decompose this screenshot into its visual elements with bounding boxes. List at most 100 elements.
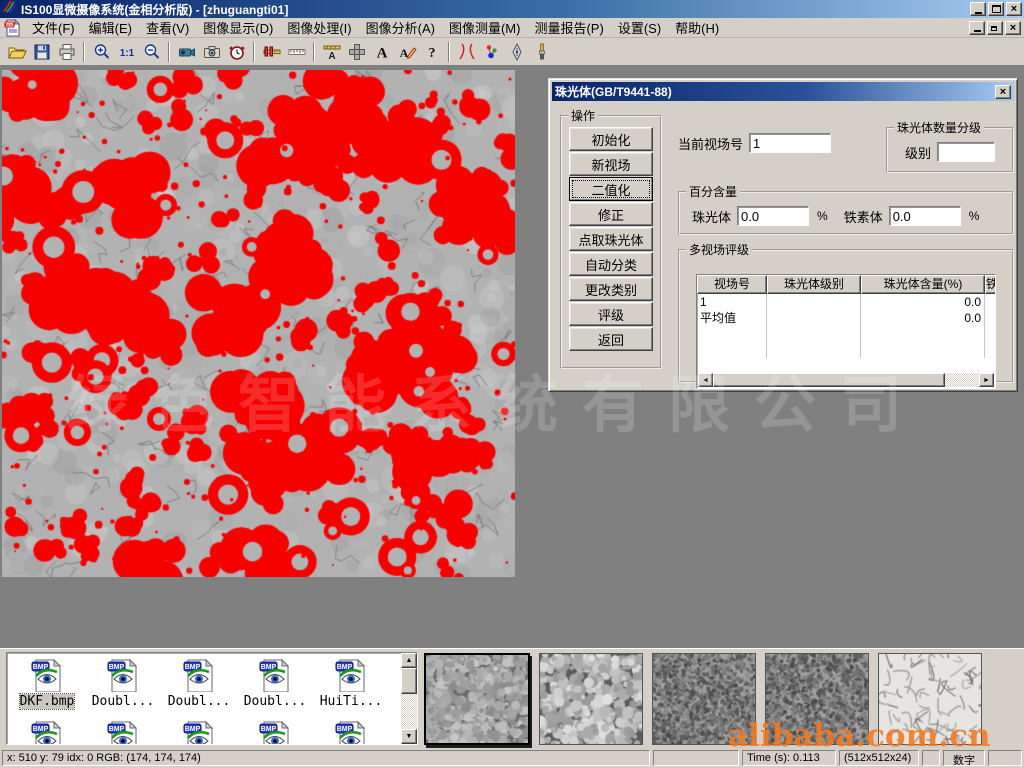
- menu-item-image-display[interactable]: 图像显示(D): [196, 16, 280, 39]
- file-item[interactable]: DKF.bmp: [9, 655, 85, 709]
- file-name[interactable]: Doubl...: [168, 694, 231, 709]
- annotate-button[interactable]: A: [394, 41, 419, 64]
- particle-analysis-button[interactable]: [479, 41, 504, 64]
- help-button[interactable]: ?: [419, 41, 444, 64]
- thumbnail-5[interactable]: [878, 653, 982, 745]
- table-row[interactable]: 1 0.0: [697, 294, 995, 310]
- scroll-down-icon[interactable]: ▼: [401, 729, 417, 744]
- measure-font-button[interactable]: A: [319, 41, 344, 64]
- return-button[interactable]: 返回: [569, 327, 653, 351]
- thumbnail-1[interactable]: [424, 653, 530, 745]
- level-input[interactable]: [937, 142, 995, 162]
- col-header-ferrite-content[interactable]: 铁素体含量(%): [985, 275, 996, 294]
- mdi-minimize-button[interactable]: [969, 21, 985, 35]
- dialog-close-button[interactable]: ×: [995, 85, 1011, 99]
- file-name[interactable]: Doubl...: [244, 694, 307, 709]
- change-class-button[interactable]: 更改类别: [569, 277, 653, 301]
- zoom-out-button[interactable]: [139, 41, 164, 64]
- level-label: 级别: [905, 143, 931, 162]
- video-capture-button[interactable]: [174, 41, 199, 64]
- new-field-button[interactable]: 新视场: [569, 152, 653, 176]
- grid-tool-button[interactable]: [344, 41, 369, 64]
- bmp-file-icon: [106, 658, 140, 692]
- pearlite-percent-input[interactable]: [737, 206, 809, 226]
- menu-item-image-processing[interactable]: 图像处理(I): [280, 16, 358, 39]
- bmp-file-icon: [182, 720, 216, 744]
- menu-item-settings[interactable]: 设置(S): [611, 16, 668, 39]
- dialog-titlebar[interactable]: 珠光体(GB/T9441-88) ×: [552, 82, 1014, 101]
- thumbnail-3[interactable]: [652, 653, 756, 745]
- menu-item-image-analysis[interactable]: 图像分析(A): [359, 16, 442, 39]
- scroll-right-icon[interactable]: ►: [979, 373, 994, 387]
- brush-tool-button[interactable]: [529, 41, 554, 64]
- toolbar-separator: [168, 42, 170, 62]
- percent-sign: %: [969, 209, 980, 223]
- correct-button[interactable]: 修正: [569, 202, 653, 226]
- maximize-icon: [992, 5, 1001, 13]
- scrollbar-thumb[interactable]: [401, 668, 417, 694]
- save-button[interactable]: [29, 41, 54, 64]
- timer-button[interactable]: [224, 41, 249, 64]
- ferrite-label: 铁素体: [844, 207, 883, 226]
- bmp-file-icon: [106, 720, 140, 744]
- file-item[interactable]: Doubl...: [161, 655, 237, 709]
- file-item[interactable]: HuiTi...: [313, 655, 389, 709]
- file-item[interactable]: Doubl...: [85, 655, 161, 709]
- file-item[interactable]: Doubl...: [237, 655, 313, 709]
- minimize-button[interactable]: [970, 2, 986, 16]
- col-header-field[interactable]: 视场号: [697, 275, 767, 294]
- open-button[interactable]: [4, 41, 29, 64]
- binarize-button[interactable]: 二值化: [569, 177, 653, 201]
- snapshot-button[interactable]: [199, 41, 224, 64]
- scrollbar-track[interactable]: [713, 373, 979, 387]
- file-list-scrollbar[interactable]: ▲ ▼: [401, 653, 417, 744]
- maximize-button[interactable]: [988, 2, 1004, 16]
- table-horizontal-scrollbar[interactable]: ◄ ►: [698, 373, 994, 387]
- auto-classify-button[interactable]: 自动分类: [569, 252, 653, 276]
- pen-tool-button[interactable]: [504, 41, 529, 64]
- scroll-up-icon[interactable]: ▲: [401, 653, 417, 668]
- menu-item-file[interactable]: 文件(F): [25, 16, 82, 39]
- thumbnail-2[interactable]: [539, 653, 643, 745]
- ferrite-percent-input[interactable]: [889, 206, 961, 226]
- file-item-partial[interactable]: [85, 717, 161, 744]
- thumbnail-4[interactable]: [765, 653, 869, 745]
- file-item-partial[interactable]: [9, 717, 85, 744]
- print-button[interactable]: [54, 41, 79, 64]
- scrollbar-thumb[interactable]: [713, 373, 945, 387]
- file-name[interactable]: DKF.bmp: [20, 694, 75, 709]
- actual-size-button[interactable]: 1:1: [114, 41, 139, 64]
- menu-item-help[interactable]: 帮助(H): [668, 16, 726, 39]
- zoom-in-button[interactable]: [89, 41, 114, 64]
- scroll-left-icon[interactable]: ◄: [698, 373, 713, 387]
- menu-item-measure-report[interactable]: 测量报告(P): [527, 16, 610, 39]
- file-item-partial[interactable]: [313, 717, 389, 744]
- mdi-restore-button[interactable]: [987, 21, 1003, 35]
- bmp-file-icon: [30, 720, 64, 744]
- pick-pearlite-button[interactable]: 点取珠光体: [569, 227, 653, 251]
- col-header-pearlite-level[interactable]: 珠光体级别: [767, 275, 861, 294]
- curve-tool-button[interactable]: [454, 41, 479, 64]
- multi-field-group-label: 多视场评级: [686, 241, 752, 258]
- menu-item-image-measure[interactable]: 图像测量(M): [442, 16, 528, 39]
- file-item-partial[interactable]: [237, 717, 313, 744]
- status-empty-panel: [988, 750, 1022, 766]
- current-field-input[interactable]: [749, 133, 831, 153]
- rate-button[interactable]: 评级: [569, 302, 653, 326]
- menu-item-view[interactable]: 查看(V): [139, 16, 196, 39]
- menu-item-edit[interactable]: 编辑(E): [82, 16, 139, 39]
- operations-group-label: 操作: [568, 107, 598, 124]
- caliper-button[interactable]: [259, 41, 284, 64]
- metallograph-image[interactable]: [2, 70, 515, 577]
- col-header-pearlite-content[interactable]: 珠光体含量(%): [861, 275, 985, 294]
- ruler-button[interactable]: [284, 41, 309, 64]
- close-button[interactable]: ×: [1006, 2, 1022, 16]
- initialize-button[interactable]: 初始化: [569, 127, 653, 151]
- cell-level: [767, 310, 861, 326]
- file-name[interactable]: Doubl...: [92, 694, 155, 709]
- table-row[interactable]: 平均值 0.0: [697, 310, 995, 326]
- text-tool-button[interactable]: A: [369, 41, 394, 64]
- file-item-partial[interactable]: [161, 717, 237, 744]
- mdi-close-button[interactable]: ×: [1005, 21, 1021, 35]
- file-name[interactable]: HuiTi...: [320, 694, 383, 709]
